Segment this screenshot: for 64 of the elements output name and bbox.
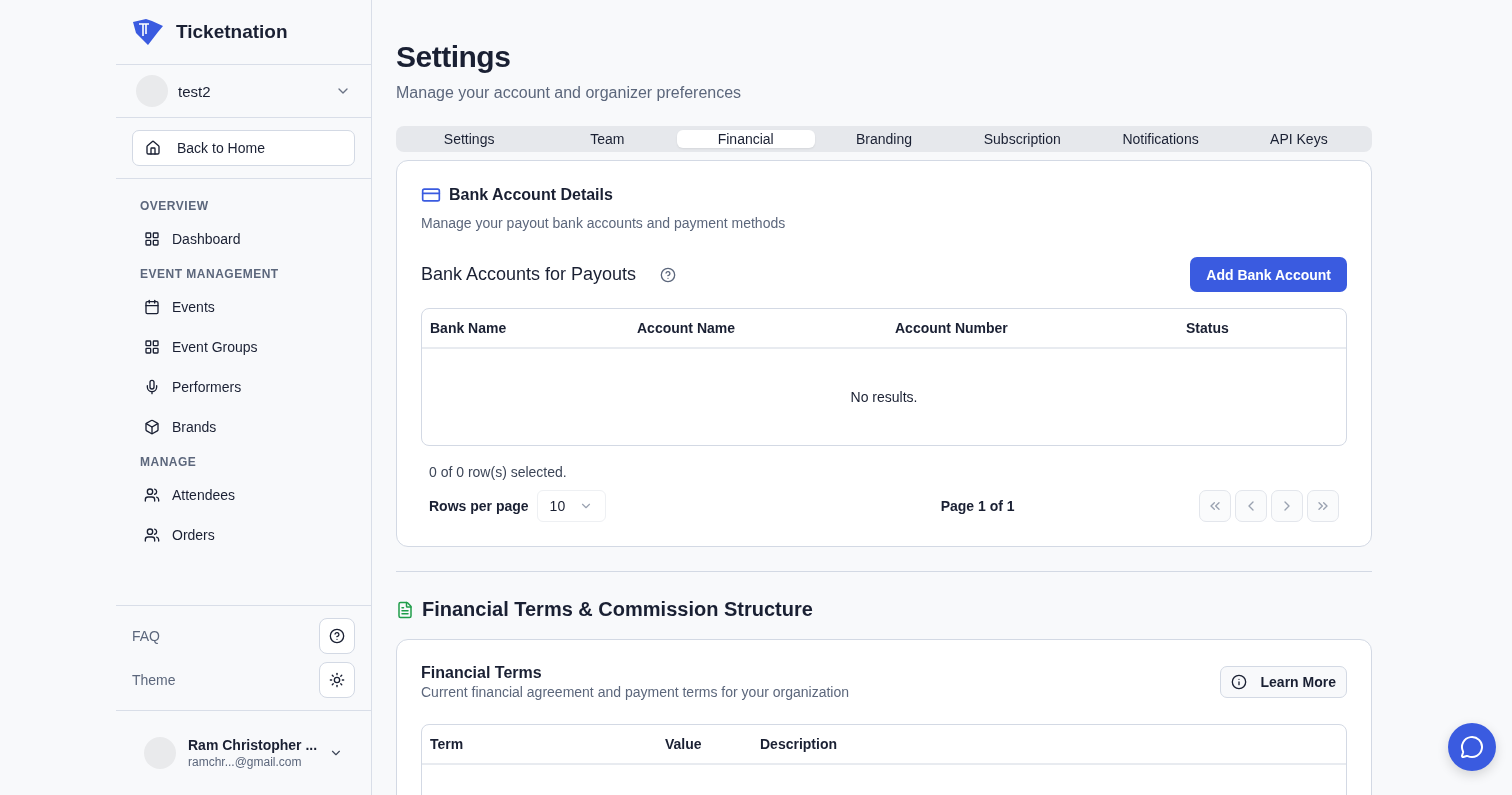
organization-switcher[interactable]: test2	[116, 65, 371, 118]
tab[interactable]: Financial	[676, 130, 815, 148]
users-icon	[144, 527, 160, 543]
nav-item[interactable]: Attendees	[132, 475, 355, 515]
add-bank-account-button[interactable]: Add Bank Account	[1190, 257, 1347, 292]
home-icon	[145, 140, 161, 156]
rows-per-page-label: Rows per page	[429, 498, 529, 514]
faq-button[interactable]	[319, 618, 355, 654]
column-header: Description	[759, 736, 838, 752]
theme-button[interactable]	[319, 662, 355, 698]
page-title: Settings	[396, 40, 512, 74]
section-title: Bank Accounts for Payouts	[421, 264, 637, 285]
learn-more-button[interactable]: Learn More	[1219, 666, 1347, 698]
section-title: Financial Terms & Commission Structure	[422, 598, 813, 621]
document-icon	[396, 600, 414, 619]
grid-icon	[144, 339, 160, 355]
column-header: Account Number	[894, 320, 1009, 336]
users-icon	[144, 487, 160, 503]
chat-button[interactable]	[1448, 723, 1496, 771]
column-header: Status	[1185, 320, 1230, 336]
footer-label: FAQ	[132, 628, 160, 644]
tab[interactable]: Settings	[400, 130, 539, 148]
column-header: Account Name	[636, 320, 737, 336]
help-icon[interactable]	[660, 266, 677, 283]
page-indicator: Page 1 of 1	[940, 498, 1015, 514]
card-title: Financial Terms	[421, 664, 543, 682]
tab[interactable]: Branding	[814, 130, 954, 148]
nav-section-title: MANAGE	[139, 454, 198, 471]
info-icon	[1230, 674, 1247, 690]
nav-item[interactable]: Dashboard	[132, 219, 355, 259]
selection-count: 0 of 0 row(s) selected.	[428, 463, 568, 480]
card-title: Bank Account Details	[449, 186, 613, 204]
nav-item[interactable]: Performers	[132, 367, 355, 407]
grid-icon	[144, 231, 160, 247]
tab[interactable]: Team	[538, 130, 677, 148]
tab[interactable]: API Keys	[1229, 130, 1368, 148]
column-header: Bank Name	[429, 320, 508, 336]
nav-item[interactable]: Orders	[132, 515, 355, 555]
logo-icon	[132, 18, 164, 46]
chat-bubble-icon	[1460, 735, 1484, 759]
back-to-home-button[interactable]: Back to Home	[132, 130, 355, 166]
card-description: Manage your payout bank accounts and payment methods	[421, 215, 787, 231]
nav-section-title: OVERVIEW	[139, 198, 210, 215]
sun-icon	[329, 672, 345, 688]
tab[interactable]: Notifications	[1091, 130, 1230, 148]
rows-per-page-select[interactable]: 10	[536, 490, 607, 522]
help-icon	[329, 628, 345, 644]
page-subtitle: Manage your account and organizer preferences	[396, 84, 743, 102]
user-menu[interactable]: Ram Christopher ... ramchr...@gmail.com	[116, 710, 371, 795]
microphone-icon	[144, 379, 160, 395]
credit-card-icon	[421, 185, 441, 205]
tab[interactable]: Subscription	[953, 130, 1092, 148]
column-header: Term	[429, 736, 465, 752]
calendar-icon	[144, 299, 160, 315]
empty-message: No results.	[850, 389, 918, 405]
column-header: Value	[664, 736, 703, 752]
nav-item[interactable]: Events	[132, 287, 355, 327]
brand-name: Ticketnation	[176, 21, 288, 43]
card-description: Current financial agreement and payment terms for your organization	[421, 684, 849, 700]
footer-label: Theme	[132, 672, 176, 688]
nav-item[interactable]: Event Groups	[132, 327, 355, 367]
nav-item[interactable]: Brands	[132, 407, 355, 447]
box-icon	[144, 419, 160, 435]
nav-section-title: EVENT MANAGEMENT	[139, 266, 280, 283]
